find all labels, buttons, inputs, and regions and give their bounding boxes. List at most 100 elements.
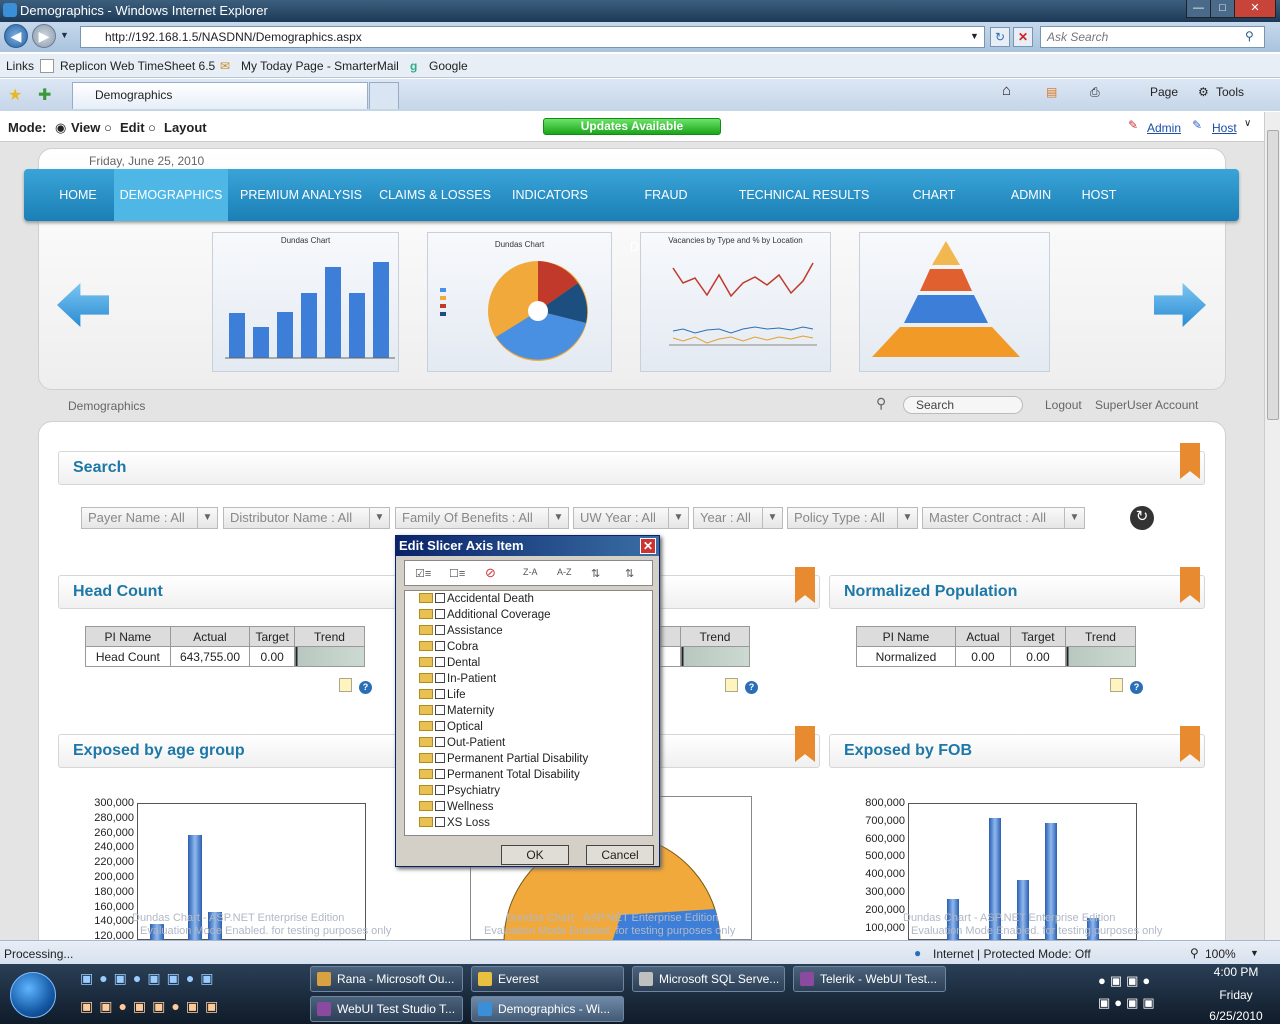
list-item[interactable]: Cobra	[419, 639, 478, 655]
select-all-icon[interactable]: ☑≡	[415, 567, 431, 580]
quick-launch-icons[interactable]: ▣▣●▣▣●▣▣	[80, 998, 280, 1020]
dialog-close-icon[interactable]: ✕	[640, 538, 656, 554]
filter-uw-year[interactable]: UW Year : All ▼	[573, 507, 689, 529]
nav-fraud-detection[interactable]: FRAUD DETECTION	[610, 169, 722, 254]
help-icon[interactable]: ?	[359, 681, 372, 694]
item-checkbox[interactable]	[435, 721, 445, 731]
list-item[interactable]: Permanent Partial Disability	[419, 751, 588, 767]
item-checkbox[interactable]	[435, 689, 445, 699]
account-link[interactable]: SuperUser Account	[1095, 398, 1198, 412]
help-icon[interactable]: ?	[745, 681, 758, 694]
task-demographics[interactable]: Demographics - Wi...	[471, 996, 624, 1022]
item-checkbox[interactable]	[435, 817, 445, 827]
list-item[interactable]: Wellness	[419, 799, 493, 815]
thumb-bar-chart[interactable]: Dundas Chart	[212, 232, 399, 372]
view-radio[interactable]: ◉	[55, 120, 66, 136]
start-button[interactable]	[10, 972, 56, 1018]
stop-icon[interactable]: ✕	[1013, 27, 1033, 47]
vertical-scrollbar[interactable]	[1264, 112, 1280, 940]
list-item[interactable]: Optical	[419, 719, 483, 735]
task-everest[interactable]: Everest	[471, 966, 624, 992]
sort-az-button[interactable]: A-Z	[557, 567, 572, 577]
item-checkbox[interactable]	[435, 593, 445, 603]
quick-launch-icons[interactable]: ▣●▣●▣▣●▣	[80, 970, 280, 992]
edit-radio[interactable]: ○	[104, 120, 112, 135]
nav-chart-builder[interactable]: CHART BUILDER	[888, 169, 980, 254]
item-checkbox[interactable]	[435, 785, 445, 795]
tab-demographics[interactable]: Demographics	[72, 82, 368, 109]
nav-home[interactable]: HOME	[50, 169, 106, 221]
scrollbar-thumb[interactable]	[1267, 130, 1279, 420]
nav-premium-analysis[interactable]: PREMIUM ANALYSIS	[236, 169, 366, 221]
filter-distributor-name[interactable]: Distributor Name : All ▼	[223, 507, 390, 529]
list-item[interactable]: Additional Coverage	[419, 607, 551, 623]
history-dropdown-icon[interactable]: ▼	[60, 30, 69, 40]
filter-family-of-benefits[interactable]: Family Of Benefits : All ▼	[395, 507, 569, 529]
link-replicon[interactable]: Replicon Web TimeSheet 6.5	[60, 59, 215, 73]
zoom-level[interactable]: 100%	[1205, 947, 1236, 961]
link-smartermail[interactable]: My Today Page - SmarterMail	[241, 59, 399, 73]
item-checkbox[interactable]	[435, 737, 445, 747]
filter-master-contract[interactable]: Master Contract : All ▼	[922, 507, 1085, 529]
edit-note-icon[interactable]	[339, 678, 352, 692]
list-item[interactable]: Maternity	[419, 703, 494, 719]
task-outlook[interactable]: Rana - Microsoft Ou...	[310, 966, 463, 992]
filter-year[interactable]: Year : All ▼	[693, 507, 783, 529]
list-item[interactable]: XS Loss	[419, 815, 490, 831]
nav-indicators[interactable]: INDICATORS	[510, 169, 590, 221]
filter-payer-name[interactable]: Payer Name : All ▼	[81, 507, 218, 529]
task-webui-studio[interactable]: WebUI Test Studio T...	[310, 996, 463, 1022]
back-icon[interactable]: ◀	[4, 24, 28, 48]
forward-icon[interactable]: ▶	[32, 24, 56, 48]
minimize-button[interactable]: —	[1186, 0, 1211, 18]
list-item[interactable]: Life	[419, 687, 466, 703]
url-input[interactable]: http://192.168.1.5/NASDNN/Demographics.a…	[80, 26, 985, 48]
url-dropdown-icon[interactable]: ▼	[970, 31, 979, 41]
ask-search-input[interactable]: Ask Search	[1040, 26, 1265, 48]
maximize-button[interactable]: □	[1210, 0, 1235, 18]
tools-menu[interactable]: Tools	[1216, 85, 1244, 99]
ok-button[interactable]: OK	[501, 845, 569, 865]
nav-claims-losses[interactable]: CLAIMS & LOSSES	[376, 169, 494, 221]
item-checkbox[interactable]	[435, 625, 445, 635]
list-item[interactable]: Out-Patient	[419, 735, 505, 751]
print-icon[interactable]: ⎙	[1090, 85, 1100, 100]
item-checkbox[interactable]	[435, 673, 445, 683]
sort-ascending-icon[interactable]: ⇅	[591, 567, 600, 580]
collapse-chevron-icon[interactable]: ∨	[1244, 118, 1251, 129]
add-favorites-icon[interactable]: ✚	[38, 85, 51, 105]
deselect-all-icon[interactable]: ☐≡	[449, 567, 465, 580]
filter-policy-type[interactable]: Policy Type : All ▼	[787, 507, 918, 529]
list-item[interactable]: In-Patient	[419, 671, 496, 687]
list-item[interactable]: Permanent Total Disability	[419, 767, 580, 783]
task-telerik[interactable]: Telerik - WebUI Test...	[793, 966, 946, 992]
new-tab-button[interactable]	[369, 82, 399, 109]
item-checkbox[interactable]	[435, 641, 445, 651]
list-item[interactable]: Assistance	[419, 623, 503, 639]
zoom-dropdown-icon[interactable]: ▼	[1250, 948, 1259, 958]
updates-available-button[interactable]: Updates Available	[543, 118, 721, 135]
link-google[interactable]: Google	[429, 59, 468, 73]
item-checkbox[interactable]	[435, 657, 445, 667]
item-checkbox[interactable]	[435, 609, 445, 619]
thumb-pyramid-chart[interactable]	[859, 232, 1050, 372]
admin-link[interactable]: Admin	[1147, 121, 1181, 135]
edit-note-icon[interactable]	[1110, 678, 1123, 692]
system-tray-icons[interactable]: ●▣▣● ▣●▣▣	[1098, 970, 1198, 1018]
refresh-icon[interactable]: ↻	[990, 27, 1010, 47]
edit-note-icon[interactable]	[725, 678, 738, 692]
logout-link[interactable]: Logout	[1045, 398, 1082, 412]
sort-za-button[interactable]: Z-A	[523, 567, 538, 577]
close-window-button[interactable]: ✕	[1234, 0, 1276, 18]
item-checkbox[interactable]	[435, 753, 445, 763]
clock-time[interactable]: 4:00 PM	[1200, 965, 1272, 979]
layout-radio[interactable]: ○	[148, 120, 156, 135]
nav-demographics[interactable]: DEMOGRAPHICS	[114, 169, 228, 221]
reset-filters-icon[interactable]: ↻	[1130, 506, 1154, 530]
host-link[interactable]: Host	[1212, 121, 1237, 135]
clear-filter-icon[interactable]: ⊘	[485, 565, 496, 581]
help-icon[interactable]: ?	[1130, 681, 1143, 694]
sort-descending-icon[interactable]: ⇅	[625, 567, 634, 580]
list-item[interactable]: Dental	[419, 655, 480, 671]
search-icon[interactable]: ⚲	[1245, 29, 1254, 43]
